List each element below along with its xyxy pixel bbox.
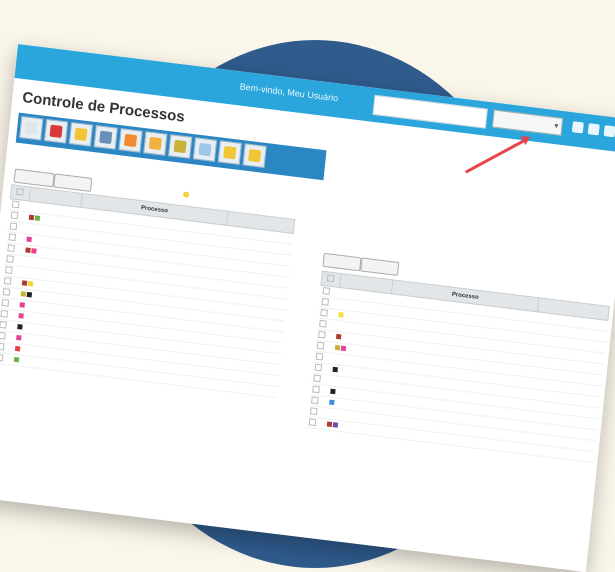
toolbar-alert-button[interactable] — [168, 134, 193, 159]
legend — [182, 191, 193, 199]
right-clear-button[interactable] — [360, 257, 400, 276]
status-flag-icon — [332, 366, 338, 373]
legend-dot-icon — [182, 191, 190, 199]
status-flag-icon — [16, 335, 22, 341]
row-checkbox[interactable] — [306, 416, 326, 430]
star-icon — [74, 127, 88, 142]
mail-icon — [223, 145, 237, 160]
status-flag-icon — [329, 399, 335, 406]
toolbar-calendar-button[interactable] — [192, 137, 218, 162]
document-icon — [148, 136, 162, 151]
status-flag-icon — [340, 345, 347, 352]
status-flag-icon — [26, 292, 33, 298]
status-flag-icon — [334, 345, 341, 351]
status-flag-icon — [338, 312, 344, 318]
status-flag-icon — [18, 313, 24, 319]
export-icon — [123, 133, 138, 148]
print-icon — [99, 130, 113, 145]
status-flag-icon — [14, 346, 21, 352]
status-flag-icon — [326, 421, 333, 428]
status-flag-icon — [28, 214, 35, 221]
chevron-down-icon: ▾ — [553, 121, 559, 131]
status-flag-icon — [21, 280, 28, 287]
legend-label — [192, 192, 193, 199]
status-flag-icon — [25, 247, 31, 254]
status-flag-icon — [332, 422, 339, 428]
status-flag-icon — [330, 388, 336, 395]
user-icon[interactable] — [587, 123, 600, 136]
status-flag-icon — [31, 248, 37, 254]
status-flag-icon — [17, 324, 23, 330]
toolbar-print-button[interactable] — [93, 125, 118, 150]
status-flag-icon — [13, 357, 20, 363]
right-table: Processo — [305, 271, 610, 463]
toolbar-export-button[interactable] — [118, 128, 143, 153]
app-window: Bem-vindo, Meu Usuário ▾ Controle de Pro… — [0, 44, 615, 572]
settings-icon[interactable] — [571, 121, 584, 134]
status-flag-icon — [26, 236, 32, 243]
toolbar-star-button[interactable] — [68, 122, 93, 147]
toolbar-file-button[interactable] — [19, 115, 44, 141]
status-flag-icon — [27, 281, 34, 287]
search-input[interactable] — [372, 94, 488, 129]
pointer-arrow-icon — [464, 137, 528, 174]
left-table: Processo — [0, 184, 295, 398]
file-icon — [24, 121, 38, 135]
toolbar-help-button[interactable] — [242, 143, 267, 168]
welcome-text: Bem-vindo, Meu Usuário — [239, 81, 339, 104]
logout-icon[interactable] — [603, 125, 615, 138]
toolbar-mail-button[interactable] — [217, 140, 242, 165]
status-flag-icon — [19, 302, 26, 308]
calendar-icon — [198, 142, 212, 157]
help-icon — [248, 148, 262, 163]
right-filter-button[interactable] — [322, 252, 362, 272]
alert-icon — [173, 139, 187, 154]
status-flag-icon — [34, 215, 41, 222]
status-flag-icon — [335, 334, 342, 340]
toolbar-document-button[interactable] — [143, 131, 168, 156]
edit-icon — [49, 124, 63, 138]
status-flag-icon — [20, 291, 27, 297]
toolbar-edit-button[interactable] — [44, 118, 69, 144]
